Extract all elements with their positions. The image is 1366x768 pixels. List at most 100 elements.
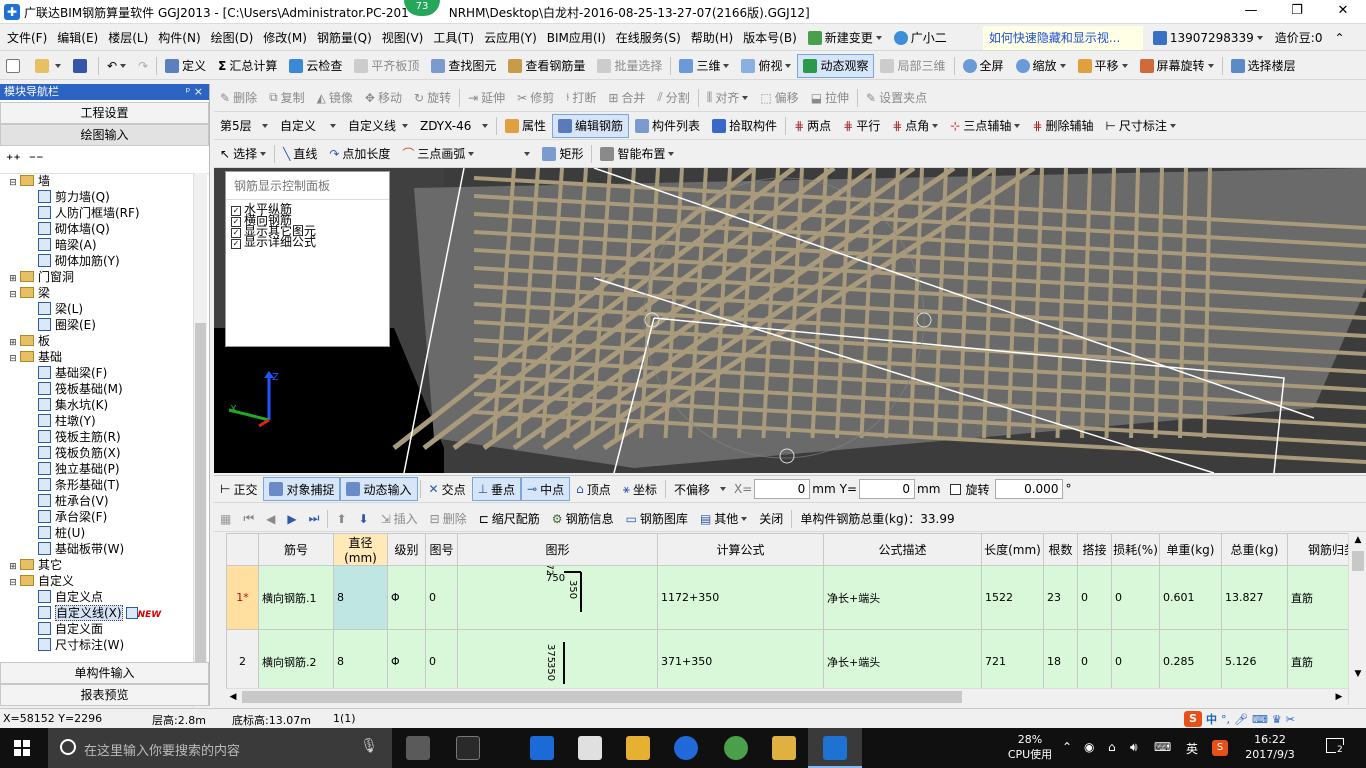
- tray-expand-icon[interactable]: ⌃: [1062, 740, 1072, 754]
- tree-item[interactable]: 砌体墙(Q): [0, 221, 210, 237]
- floor-select[interactable]: 第5层: [214, 114, 274, 138]
- cell-cat[interactable]: 直筋: [1287, 629, 1348, 691]
- menu-item-12[interactable]: 帮助(H): [686, 25, 738, 51]
- scroll-left-icon[interactable]: ◀: [226, 691, 240, 703]
- tree-item[interactable]: 集水坑(K): [0, 397, 210, 413]
- column-header[interactable]: 计算公式: [657, 533, 824, 566]
- close-table-button[interactable]: 关闭: [753, 507, 789, 531]
- scroll-right-icon[interactable]: ▶: [1332, 691, 1346, 703]
- move-button[interactable]: ✥ 移动: [359, 86, 408, 110]
- open-folder-icon[interactable]: [29, 54, 67, 78]
- new-change-button[interactable]: 新建变更: [802, 26, 888, 50]
- taskbar-search-box[interactable]: 在这里输入你要搜索的内容 🎙︎: [48, 728, 392, 768]
- save-icon[interactable]: [67, 54, 96, 78]
- tree-item[interactable]: ⊟ 墙: [0, 173, 210, 189]
- delete-axis-button[interactable]: ⋕ 删除辅轴: [1026, 114, 1099, 138]
- cell-dia[interactable]: 8: [333, 629, 388, 691]
- table-vertical-scrollbar[interactable]: ▲ ▼: [1348, 533, 1366, 705]
- cell-len[interactable]: 1522: [981, 565, 1044, 630]
- angle-input[interactable]: 0.000: [995, 479, 1064, 499]
- local-3d-button[interactable]: 局部三维: [874, 54, 951, 78]
- point-angle-button[interactable]: ⋕ 点角: [886, 114, 944, 138]
- tree-item[interactable]: ⊞ 门窗洞: [0, 269, 210, 285]
- property-button[interactable]: 属性: [499, 114, 552, 138]
- nav-close-icon[interactable]: ×: [194, 85, 203, 98]
- cell-total_w[interactable]: 5.126: [1221, 629, 1288, 691]
- tools-icon[interactable]: ✂: [1286, 713, 1295, 726]
- maximize-button[interactable]: ❐: [1274, 0, 1320, 24]
- punct-icon[interactable]: °,: [1221, 713, 1230, 726]
- menu-item-11[interactable]: 在线服务(S): [611, 25, 686, 51]
- next-record-button[interactable]: ▶: [281, 507, 302, 531]
- rebar-shape-cell[interactable]: 375 350: [457, 629, 658, 691]
- tray-app2-icon[interactable]: ⌂: [1108, 740, 1116, 754]
- cell-unit_w[interactable]: 0.601: [1159, 565, 1222, 630]
- column-header[interactable]: 公式描述: [823, 533, 982, 566]
- tree-item[interactable]: 人防门框墙(RF): [0, 205, 210, 221]
- scroll-up-icon[interactable]: ▲: [1351, 535, 1365, 545]
- column-header[interactable]: 根数: [1043, 533, 1078, 566]
- redo-icon[interactable]: ↷: [132, 54, 154, 78]
- column-header[interactable]: 筋号: [258, 533, 334, 566]
- tree-item[interactable]: ⊟ 基础: [0, 349, 210, 365]
- expand-all-icon[interactable]: ⁺⁺: [6, 152, 21, 168]
- table-row[interactable]: 1* 横向钢筋.1 8 Φ 0 750 350 72 1172+350 净长+端头 1522 23 0 0…: [226, 565, 1348, 630]
- keyboard-tray-icon[interactable]: ⌨: [1154, 740, 1171, 754]
- task-view-icon[interactable]: [406, 736, 430, 760]
- batch-select-button[interactable]: 批量选择: [591, 54, 668, 78]
- rebar-library-button[interactable]: ▭ 钢筋图库: [620, 507, 694, 531]
- tree-item[interactable]: ⊟ 梁: [0, 285, 210, 301]
- three-point-arc-button[interactable]: ⌒ 三点画弧: [396, 142, 480, 166]
- column-header[interactable]: 钢筋归类: [1287, 533, 1348, 566]
- dynamic-input-toggle[interactable]: 动态输入: [340, 477, 418, 501]
- vertex-snap[interactable]: ⌂ 顶点: [570, 477, 617, 501]
- subtype-select[interactable]: 自定义线: [342, 114, 414, 138]
- menu-item-10[interactable]: BIM应用(I): [542, 25, 611, 51]
- parallel-button[interactable]: ⋕ 平行: [837, 114, 886, 138]
- new-file-icon[interactable]: [0, 54, 29, 78]
- select-button[interactable]: ↖ 选择: [214, 142, 272, 166]
- pin-icon[interactable]: ᵖ: [186, 85, 191, 98]
- screen-rotate-button[interactable]: 屏幕旋转: [1134, 54, 1220, 78]
- close-button[interactable]: ✕: [1320, 0, 1366, 24]
- assistant-button[interactable]: 广小二: [888, 26, 953, 50]
- rebar-shape-cell[interactable]: 750 350 72: [457, 565, 658, 630]
- edit-rebar-button[interactable]: 编辑钢筋: [552, 113, 630, 138]
- tree-item[interactable]: 桩承台(V): [0, 493, 210, 509]
- select-floor-button[interactable]: 选择楼层: [1225, 54, 1302, 78]
- pick-component-button[interactable]: 拾取构件: [706, 114, 783, 138]
- move-down-button[interactable]: ⬇: [353, 507, 375, 531]
- cell-loss[interactable]: 0: [1111, 629, 1160, 691]
- browser-360-icon[interactable]: [724, 736, 748, 760]
- extend-button[interactable]: ⇥ 延伸: [462, 86, 511, 110]
- prev-record-button[interactable]: ◀: [260, 507, 281, 531]
- three-point-axis-button[interactable]: ⊹ 三点辅轴: [944, 114, 1026, 138]
- rebar-info-button[interactable]: ⚙ 钢筋信息: [546, 507, 620, 531]
- cell-desc[interactable]: 净长+端头: [823, 629, 982, 691]
- notes-icon[interactable]: [772, 736, 796, 760]
- menu-item-4[interactable]: 绘图(D): [206, 25, 259, 51]
- tree-item[interactable]: 自定义线(X) NEW: [0, 605, 210, 621]
- cell-grade[interactable]: Φ: [387, 629, 426, 691]
- table-row[interactable]: 2 横向钢筋.2 8 Φ 0 375 350 371+350 净长+端头 721 18 0 0 0.285…: [226, 629, 1348, 691]
- ime-chinese-label[interactable]: 中: [1206, 711, 1217, 727]
- mirror-button[interactable]: ◭ 镜像: [311, 86, 359, 110]
- align-button[interactable]: ⫼ 对齐: [701, 86, 755, 110]
- tree-item[interactable]: 自定义点: [0, 589, 210, 605]
- view-rebar-qty-button[interactable]: 查看钢筋量: [502, 54, 591, 78]
- cell-formula[interactable]: 371+350: [657, 629, 824, 691]
- cell-name[interactable]: 横向钢筋.2: [258, 629, 334, 691]
- delete-row-button[interactable]: ⊟ 删除: [424, 507, 473, 531]
- column-header[interactable]: 长度(mm): [981, 533, 1044, 566]
- drawing-input-button[interactable]: 绘图输入: [0, 124, 209, 146]
- column-header[interactable]: 搭接: [1077, 533, 1112, 566]
- full-screen-button[interactable]: 全屏: [957, 54, 1010, 78]
- 3d-viewport[interactable]: Z X 钢筋显示控制面板 ✓ 水平纵筋 ✓ 横向钢筋 ✓ 显示其它图元 ✓ 显示详细公式: [214, 168, 1366, 473]
- ortho-toggle[interactable]: ⊢ 正交: [214, 477, 263, 501]
- tree-item[interactable]: ⊞ 板: [0, 333, 210, 349]
- minimize-button[interactable]: —: [1228, 0, 1274, 24]
- clock[interactable]: 16:22 2017/9/3: [1238, 732, 1302, 762]
- cell-len[interactable]: 721: [981, 629, 1044, 691]
- two-points-button[interactable]: ⋕ 两点: [788, 114, 837, 138]
- start-button[interactable]: [14, 740, 30, 756]
